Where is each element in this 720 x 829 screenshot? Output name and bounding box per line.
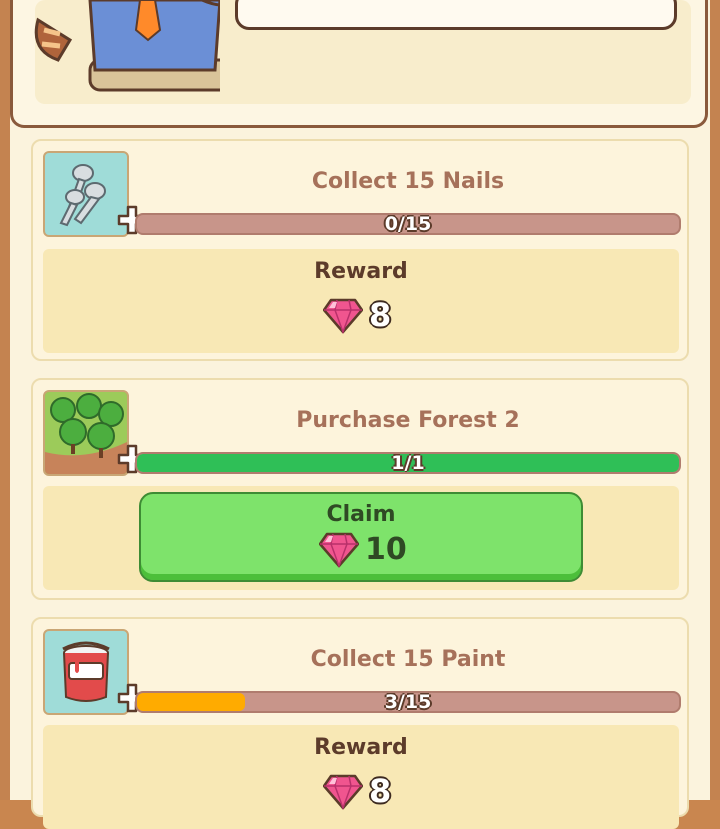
quest-card: Purchase Forest 2 1/1 Claim 10	[31, 378, 689, 600]
raccoon-mascot-icon	[34, 0, 220, 92]
claim-button[interactable]: Claim 10	[139, 492, 583, 582]
quest-card: Collect 15 Nails 0/15 Reward 8	[31, 139, 689, 361]
progress-text: 1/1	[391, 452, 425, 474]
progress-bar: 1/1	[135, 452, 681, 474]
claim-value: 10	[365, 531, 407, 567]
quest-title: Collect 15 Nails	[311, 169, 505, 194]
reward-value: 8	[369, 772, 392, 810]
reward-amount: 8	[323, 771, 391, 811]
claim-amount: 10	[319, 530, 407, 568]
progress-text: 3/15	[384, 691, 432, 713]
progress-bar: 3/15	[135, 691, 681, 713]
reward-panel: Reward 8	[43, 725, 679, 829]
reward-label: Reward	[314, 735, 408, 760]
progress-text: 0/15	[384, 213, 432, 235]
reward-value: 8	[369, 296, 392, 334]
gem-icon	[323, 298, 363, 334]
claim-label: Claim	[326, 502, 396, 527]
reward-amount: 8	[323, 295, 391, 335]
quest-card: Collect 15 Paint 3/15 Reward 8	[31, 617, 689, 829]
reward-label: Reward	[314, 259, 408, 284]
gem-icon	[323, 774, 363, 810]
speech-bubble	[235, 0, 677, 30]
progress-bar: 0/15	[135, 213, 681, 235]
quest-title: Purchase Forest 2	[296, 408, 520, 433]
quest-title: Collect 15 Paint	[310, 647, 506, 672]
gem-icon	[319, 532, 359, 568]
reward-panel: Claim 10	[43, 486, 679, 590]
reward-panel: Reward 8	[43, 249, 679, 353]
